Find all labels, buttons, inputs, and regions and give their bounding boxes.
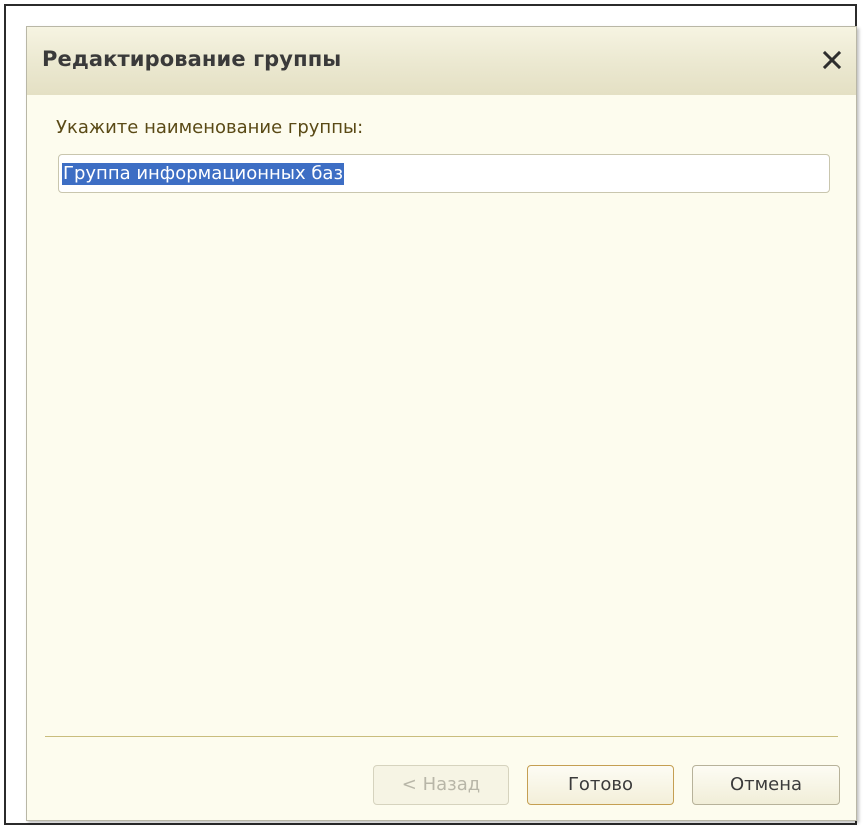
cancel-button[interactable]: Отмена xyxy=(692,765,840,805)
edit-group-dialog: Редактирование группы Укажите наименован… xyxy=(26,26,857,821)
back-button[interactable]: < Назад xyxy=(373,765,509,805)
footer-divider xyxy=(45,736,838,737)
group-name-input[interactable]: Группа информационных баз xyxy=(58,154,830,193)
close-icon xyxy=(822,50,842,70)
screenshot-frame: Редактирование группы Укажите наименован… xyxy=(4,4,857,825)
dialog-title: Редактирование группы xyxy=(42,47,342,71)
group-name-value: Группа информационных баз xyxy=(62,163,345,185)
group-name-label: Укажите наименование группы: xyxy=(56,117,364,138)
title-bar[interactable]: Редактирование группы xyxy=(27,27,856,95)
done-button[interactable]: Готово xyxy=(527,765,674,805)
close-button[interactable] xyxy=(816,41,848,77)
